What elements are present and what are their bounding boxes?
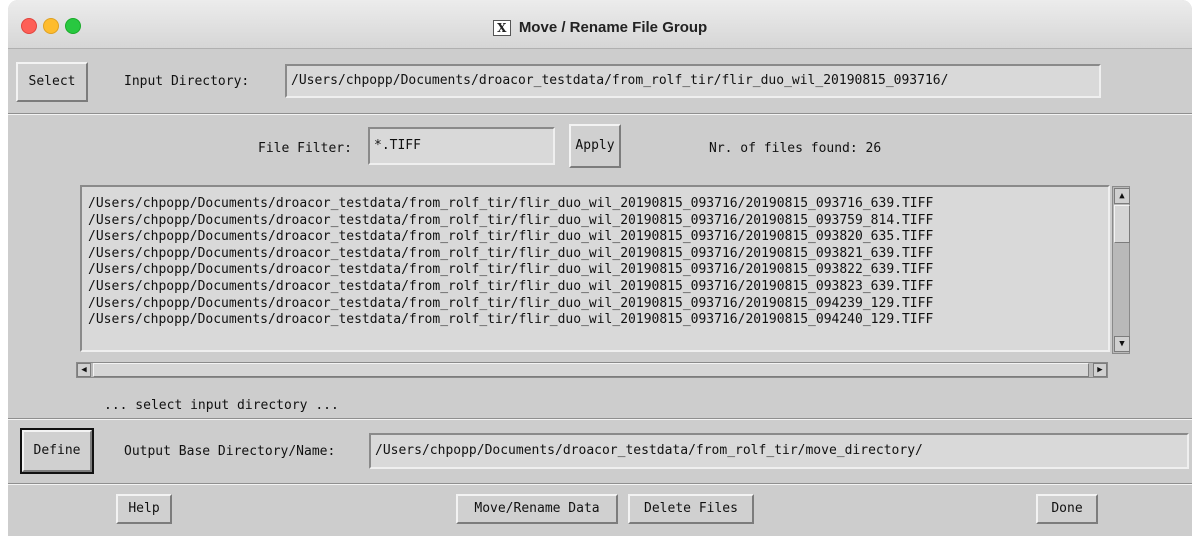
section-divider xyxy=(8,113,1192,115)
move-rename-data-button[interactable]: Move/Rename Data xyxy=(456,494,618,524)
horizontal-scroll-thumb[interactable] xyxy=(93,363,1089,377)
list-item[interactable]: /Users/chpopp/Documents/droacor_testdata… xyxy=(88,296,1108,313)
list-item[interactable]: /Users/chpopp/Documents/droacor_testdata… xyxy=(88,213,1108,230)
files-found-count: Nr. of files found: 26 xyxy=(709,141,882,156)
file-list-horizontal-scrollbar[interactable]: ◀ ▶ xyxy=(76,362,1108,378)
section-divider xyxy=(8,483,1192,485)
file-filter-input[interactable]: *.TIFF xyxy=(368,127,555,165)
list-item[interactable]: /Users/chpopp/Documents/droacor_testdata… xyxy=(88,229,1108,246)
output-directory-label: Output Base Directory/Name: xyxy=(124,444,336,459)
apply-filter-button[interactable]: Apply xyxy=(569,124,621,168)
help-button[interactable]: Help xyxy=(116,494,172,524)
delete-files-button[interactable]: Delete Files xyxy=(628,494,754,524)
window-title: Move / Rename File Group xyxy=(518,19,708,36)
input-directory-field[interactable]: /Users/chpopp/Documents/droacor_testdata… xyxy=(285,64,1101,98)
done-button[interactable]: Done xyxy=(1036,494,1098,524)
scroll-left-arrow-icon[interactable]: ◀ xyxy=(77,363,91,377)
status-message: ... select input directory ... xyxy=(104,398,339,413)
list-item[interactable]: /Users/chpopp/Documents/droacor_testdata… xyxy=(88,279,1108,296)
file-list-vertical-scrollbar[interactable]: ▲ ▼ xyxy=(1112,186,1130,354)
list-item[interactable]: /Users/chpopp/Documents/droacor_testdata… xyxy=(88,312,1108,329)
move-rename-window: X Move / Rename File Group Select Input D… xyxy=(8,0,1192,536)
list-item[interactable]: /Users/chpopp/Documents/droacor_testdata… xyxy=(88,196,1108,213)
vertical-scroll-thumb[interactable] xyxy=(1114,205,1130,243)
scroll-up-arrow-icon[interactable]: ▲ xyxy=(1114,188,1130,204)
section-divider xyxy=(8,418,1192,420)
list-item[interactable]: /Users/chpopp/Documents/droacor_testdata… xyxy=(88,246,1108,263)
select-input-button[interactable]: Select xyxy=(16,62,88,102)
input-directory-label: Input Directory: xyxy=(124,74,250,89)
scroll-right-arrow-icon[interactable]: ▶ xyxy=(1093,363,1107,377)
output-directory-field[interactable]: /Users/chpopp/Documents/droacor_testdata… xyxy=(369,433,1189,469)
scroll-down-arrow-icon[interactable]: ▼ xyxy=(1114,336,1130,352)
file-filter-label: File Filter: xyxy=(258,141,352,156)
define-output-button[interactable]: Define xyxy=(20,428,94,474)
file-list[interactable]: /Users/chpopp/Documents/droacor_testdata… xyxy=(80,185,1110,352)
list-item[interactable]: /Users/chpopp/Documents/droacor_testdata… xyxy=(88,262,1108,279)
title-bar[interactable]: X Move / Rename File Group xyxy=(8,0,1192,49)
window-title-group: X Move / Rename File Group xyxy=(8,19,1192,37)
x11-icon: X xyxy=(492,20,511,37)
